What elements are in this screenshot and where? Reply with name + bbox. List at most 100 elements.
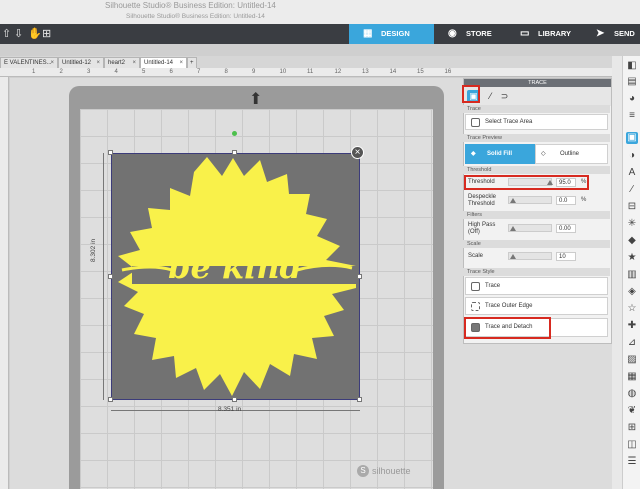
slider-thumb[interactable]	[510, 254, 516, 259]
magic-wand-icon[interactable]: ⁄	[484, 90, 497, 103]
fit-page-icon[interactable]: ⊞	[42, 27, 51, 41]
trace-outer-edge-icon	[471, 302, 480, 311]
transform-icon[interactable]: ▤	[626, 76, 638, 88]
window-subtitle: Silhouette Studio® Business Edition: Unt…	[126, 13, 265, 20]
tab-library[interactable]: ▭ LIBRARY	[506, 24, 582, 44]
high-pass-input[interactable]: 0.00	[556, 224, 576, 233]
delete-selection-icon[interactable]: ×	[351, 146, 364, 159]
bitmap-icon[interactable]: ▦	[626, 371, 638, 383]
cube-icon[interactable]: ◫	[626, 439, 638, 451]
pan-hand-icon[interactable]: ✋	[28, 27, 42, 41]
resize-handle[interactable]	[232, 397, 237, 402]
panel-title: TRACE	[464, 79, 611, 87]
high-pass-label: High Pass (Off)	[468, 222, 496, 235]
tab-store[interactable]: ◉ STORE	[434, 24, 506, 44]
despeckle-slider[interactable]	[508, 196, 552, 204]
grid-icon[interactable]: ⊞	[626, 422, 638, 434]
doc-tab[interactable]: E VALENTINES... ×	[0, 57, 58, 68]
ruler-number: 1	[32, 69, 36, 75]
resize-handle[interactable]	[232, 150, 237, 155]
star-icon[interactable]: ★	[626, 252, 638, 264]
outline-icon: ◇	[541, 151, 546, 157]
resize-handle[interactable]	[108, 397, 113, 402]
ruler-icon[interactable]: ⊿	[626, 337, 638, 349]
outline-button[interactable]: ◇ Outline	[535, 144, 608, 164]
trace-outer-edge-button[interactable]: Trace Outer Edge	[465, 297, 608, 315]
select-area-icon	[471, 118, 480, 127]
ruler-number: 12	[334, 69, 342, 75]
doc-tab-active[interactable]: Untitled-14 ×	[140, 57, 187, 68]
resize-handle[interactable]	[357, 397, 362, 402]
vertical-scrollbar[interactable]	[612, 56, 622, 489]
solid-fill-label: Solid Fill	[487, 151, 512, 157]
sunflower-design[interactable]: be kind	[112, 154, 359, 399]
sketch-icon[interactable]: ∕	[626, 184, 638, 196]
hatch-icon[interactable]: ▨	[626, 354, 638, 366]
ruler-number: 10	[279, 69, 287, 75]
tab-library-label: LIBRARY	[538, 29, 572, 38]
close-icon[interactable]: ×	[50, 58, 54, 68]
replicate-icon[interactable]: ⊟	[626, 201, 638, 213]
tab-send[interactable]: ➤ SEND	[582, 24, 640, 44]
doc-tab[interactable]: heart2 ×	[104, 57, 140, 68]
ruler-left	[0, 77, 9, 489]
ruler-number: 5	[142, 69, 146, 75]
panel-list-icon[interactable]: ☰	[626, 456, 638, 468]
arrow-up-icon[interactable]: ⇧	[2, 27, 11, 41]
trace-label: Trace	[485, 283, 501, 289]
brand-watermark: silhouette	[372, 466, 411, 476]
ruler-number: 8	[224, 69, 228, 75]
solid-fill-button[interactable]: ◆ Solid Fill	[465, 144, 535, 164]
magnet-icon[interactable]: ⊃	[498, 90, 511, 103]
text-style-icon[interactable]: A	[626, 167, 638, 179]
nesting-icon[interactable]: ◍	[626, 388, 638, 400]
close-icon[interactable]: ×	[96, 58, 100, 68]
trace-panel-icon[interactable]: ▣	[626, 132, 638, 144]
scale-slider[interactable]	[508, 252, 552, 260]
send-arrow-icon: ➤	[596, 28, 605, 39]
tab-design[interactable]: ▦ DESIGN	[349, 24, 434, 44]
section-trace-style: Trace Style	[463, 268, 610, 276]
highlight-trace-and-detach	[464, 317, 551, 339]
sketch-leaf-icon[interactable]: ❦	[626, 405, 638, 417]
fill-palette-icon[interactable]: ◕	[626, 93, 638, 105]
line-style-icon[interactable]: ≡	[626, 110, 638, 122]
right-sidebar: ◧ ▤ ◕ ≡ ▣ ◑ A ∕ ⊟ ✳ ◆ ★ ▥ ◈ ☆ ✚ ⊿ ▨ ▦ ◍ …	[622, 56, 640, 489]
weld-icon[interactable]: ◈	[626, 286, 638, 298]
despeckle-input[interactable]: 0.0	[556, 196, 576, 205]
close-icon[interactable]: ×	[179, 58, 183, 68]
trace-button[interactable]: Trace	[465, 277, 608, 295]
ruler-number: 7	[197, 69, 201, 75]
slider-thumb[interactable]	[510, 198, 516, 203]
resize-handle[interactable]	[108, 274, 113, 279]
offset-icon[interactable]: ✳	[626, 218, 638, 230]
high-pass-slider[interactable]	[508, 224, 552, 232]
new-tab-button[interactable]: +	[187, 57, 197, 68]
silhouette-logo-icon: S	[357, 465, 369, 477]
ruler-number: 2	[59, 69, 63, 75]
doc-tab-label: heart2	[108, 60, 126, 66]
resize-handle[interactable]	[357, 274, 362, 279]
slider-thumb[interactable]	[510, 226, 516, 231]
puzzle-icon[interactable]: ✚	[626, 320, 638, 332]
ruler-number: 3	[87, 69, 91, 75]
modify-icon[interactable]: ◆	[626, 235, 638, 247]
section-threshold: Threshold	[463, 166, 610, 174]
star-outline-icon[interactable]: ☆	[626, 303, 638, 315]
close-icon[interactable]: ×	[132, 58, 136, 68]
scale-label: Scale	[468, 253, 484, 259]
select-trace-area-button[interactable]: Select Trace Area	[465, 114, 608, 130]
page-setup-icon[interactable]: ◧	[626, 60, 638, 72]
rotate-handle[interactable]	[232, 131, 237, 136]
ruler-number: 4	[114, 69, 118, 75]
section-trace: Trace	[463, 105, 610, 113]
arrow-down-icon[interactable]: ⇩	[14, 27, 23, 41]
doc-tab[interactable]: Untitled-12 ×	[58, 57, 104, 68]
resize-handle[interactable]	[108, 150, 113, 155]
scale-input[interactable]: 10	[556, 252, 576, 261]
ruler-number: 11	[307, 69, 314, 75]
be-kind-text: be kind	[168, 248, 302, 286]
layers-icon[interactable]: ▥	[626, 269, 638, 281]
contrast-icon[interactable]: ◑	[626, 150, 638, 162]
width-dimension-label: 8.351 in	[218, 406, 242, 413]
